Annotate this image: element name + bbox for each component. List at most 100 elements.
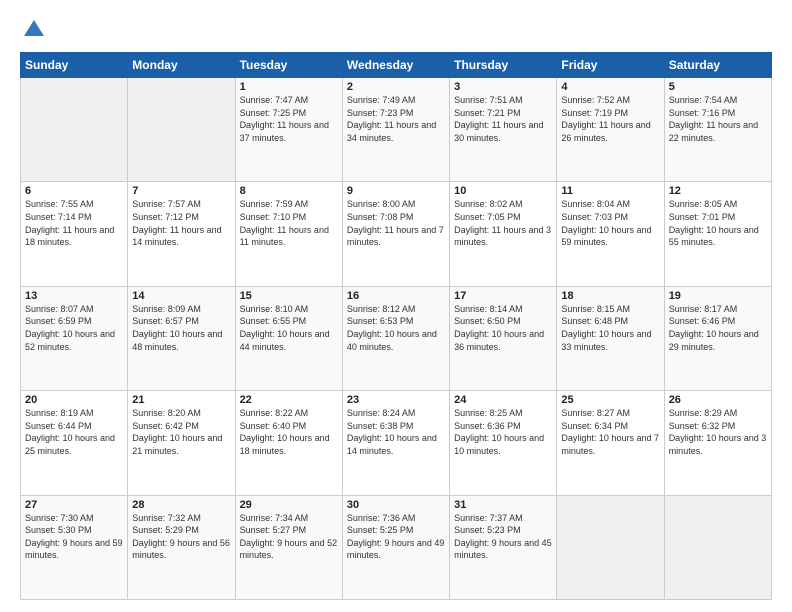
day-number: 20 bbox=[25, 394, 123, 406]
calendar-cell: 28Sunrise: 7:32 AM Sunset: 5:29 PM Dayli… bbox=[128, 495, 235, 599]
calendar-cell: 5Sunrise: 7:54 AM Sunset: 7:16 PM Daylig… bbox=[664, 78, 771, 182]
day-info: Sunrise: 8:09 AM Sunset: 6:57 PM Dayligh… bbox=[132, 303, 230, 353]
day-number: 29 bbox=[240, 499, 338, 511]
calendar-table: SundayMondayTuesdayWednesdayThursdayFrid… bbox=[20, 52, 772, 600]
calendar-cell bbox=[664, 495, 771, 599]
calendar-cell: 30Sunrise: 7:36 AM Sunset: 5:25 PM Dayli… bbox=[342, 495, 449, 599]
day-number: 1 bbox=[240, 81, 338, 93]
calendar-cell: 22Sunrise: 8:22 AM Sunset: 6:40 PM Dayli… bbox=[235, 391, 342, 495]
calendar-week-row: 6Sunrise: 7:55 AM Sunset: 7:14 PM Daylig… bbox=[21, 182, 772, 286]
day-number: 3 bbox=[454, 81, 552, 93]
calendar-cell bbox=[557, 495, 664, 599]
calendar-cell: 3Sunrise: 7:51 AM Sunset: 7:21 PM Daylig… bbox=[450, 78, 557, 182]
day-number: 8 bbox=[240, 185, 338, 197]
day-info: Sunrise: 8:20 AM Sunset: 6:42 PM Dayligh… bbox=[132, 407, 230, 457]
day-number: 7 bbox=[132, 185, 230, 197]
calendar-cell: 2Sunrise: 7:49 AM Sunset: 7:23 PM Daylig… bbox=[342, 78, 449, 182]
day-info: Sunrise: 7:30 AM Sunset: 5:30 PM Dayligh… bbox=[25, 512, 123, 562]
day-number: 15 bbox=[240, 290, 338, 302]
day-number: 28 bbox=[132, 499, 230, 511]
day-info: Sunrise: 7:57 AM Sunset: 7:12 PM Dayligh… bbox=[132, 198, 230, 248]
day-info: Sunrise: 8:27 AM Sunset: 6:34 PM Dayligh… bbox=[561, 407, 659, 457]
day-number: 26 bbox=[669, 394, 767, 406]
calendar-cell: 24Sunrise: 8:25 AM Sunset: 6:36 PM Dayli… bbox=[450, 391, 557, 495]
calendar-cell: 11Sunrise: 8:04 AM Sunset: 7:03 PM Dayli… bbox=[557, 182, 664, 286]
day-info: Sunrise: 7:34 AM Sunset: 5:27 PM Dayligh… bbox=[240, 512, 338, 562]
day-number: 19 bbox=[669, 290, 767, 302]
day-number: 16 bbox=[347, 290, 445, 302]
day-number: 6 bbox=[25, 185, 123, 197]
day-info: Sunrise: 8:00 AM Sunset: 7:08 PM Dayligh… bbox=[347, 198, 445, 248]
day-info: Sunrise: 7:32 AM Sunset: 5:29 PM Dayligh… bbox=[132, 512, 230, 562]
day-info: Sunrise: 7:52 AM Sunset: 7:19 PM Dayligh… bbox=[561, 94, 659, 144]
calendar-cell: 20Sunrise: 8:19 AM Sunset: 6:44 PM Dayli… bbox=[21, 391, 128, 495]
calendar-cell: 23Sunrise: 8:24 AM Sunset: 6:38 PM Dayli… bbox=[342, 391, 449, 495]
day-info: Sunrise: 8:25 AM Sunset: 6:36 PM Dayligh… bbox=[454, 407, 552, 457]
day-info: Sunrise: 7:51 AM Sunset: 7:21 PM Dayligh… bbox=[454, 94, 552, 144]
calendar-cell: 25Sunrise: 8:27 AM Sunset: 6:34 PM Dayli… bbox=[557, 391, 664, 495]
day-info: Sunrise: 7:36 AM Sunset: 5:25 PM Dayligh… bbox=[347, 512, 445, 562]
calendar-day-header: Thursday bbox=[450, 53, 557, 78]
day-number: 30 bbox=[347, 499, 445, 511]
calendar-cell: 1Sunrise: 7:47 AM Sunset: 7:25 PM Daylig… bbox=[235, 78, 342, 182]
calendar-week-row: 1Sunrise: 7:47 AM Sunset: 7:25 PM Daylig… bbox=[21, 78, 772, 182]
day-info: Sunrise: 8:02 AM Sunset: 7:05 PM Dayligh… bbox=[454, 198, 552, 248]
calendar-header-row: SundayMondayTuesdayWednesdayThursdayFrid… bbox=[21, 53, 772, 78]
day-info: Sunrise: 7:37 AM Sunset: 5:23 PM Dayligh… bbox=[454, 512, 552, 562]
day-info: Sunrise: 7:55 AM Sunset: 7:14 PM Dayligh… bbox=[25, 198, 123, 248]
day-number: 4 bbox=[561, 81, 659, 93]
day-number: 14 bbox=[132, 290, 230, 302]
calendar-day-header: Monday bbox=[128, 53, 235, 78]
calendar-cell: 4Sunrise: 7:52 AM Sunset: 7:19 PM Daylig… bbox=[557, 78, 664, 182]
calendar-day-header: Tuesday bbox=[235, 53, 342, 78]
day-info: Sunrise: 7:54 AM Sunset: 7:16 PM Dayligh… bbox=[669, 94, 767, 144]
day-number: 9 bbox=[347, 185, 445, 197]
day-info: Sunrise: 8:22 AM Sunset: 6:40 PM Dayligh… bbox=[240, 407, 338, 457]
day-info: Sunrise: 7:49 AM Sunset: 7:23 PM Dayligh… bbox=[347, 94, 445, 144]
calendar-day-header: Wednesday bbox=[342, 53, 449, 78]
day-number: 10 bbox=[454, 185, 552, 197]
day-info: Sunrise: 8:19 AM Sunset: 6:44 PM Dayligh… bbox=[25, 407, 123, 457]
calendar-cell: 8Sunrise: 7:59 AM Sunset: 7:10 PM Daylig… bbox=[235, 182, 342, 286]
calendar-day-header: Sunday bbox=[21, 53, 128, 78]
calendar-cell: 31Sunrise: 7:37 AM Sunset: 5:23 PM Dayli… bbox=[450, 495, 557, 599]
calendar-cell bbox=[128, 78, 235, 182]
day-info: Sunrise: 8:24 AM Sunset: 6:38 PM Dayligh… bbox=[347, 407, 445, 457]
calendar-day-header: Saturday bbox=[664, 53, 771, 78]
calendar-cell: 19Sunrise: 8:17 AM Sunset: 6:46 PM Dayli… bbox=[664, 286, 771, 390]
calendar-cell: 16Sunrise: 8:12 AM Sunset: 6:53 PM Dayli… bbox=[342, 286, 449, 390]
logo bbox=[20, 16, 54, 44]
calendar-day-header: Friday bbox=[557, 53, 664, 78]
calendar-cell: 14Sunrise: 8:09 AM Sunset: 6:57 PM Dayli… bbox=[128, 286, 235, 390]
day-number: 5 bbox=[669, 81, 767, 93]
calendar-cell: 7Sunrise: 7:57 AM Sunset: 7:12 PM Daylig… bbox=[128, 182, 235, 286]
day-info: Sunrise: 8:05 AM Sunset: 7:01 PM Dayligh… bbox=[669, 198, 767, 248]
day-number: 22 bbox=[240, 394, 338, 406]
day-number: 27 bbox=[25, 499, 123, 511]
day-number: 2 bbox=[347, 81, 445, 93]
calendar-cell: 15Sunrise: 8:10 AM Sunset: 6:55 PM Dayli… bbox=[235, 286, 342, 390]
day-number: 11 bbox=[561, 185, 659, 197]
calendar-cell bbox=[21, 78, 128, 182]
logo-icon bbox=[20, 16, 48, 44]
day-info: Sunrise: 8:29 AM Sunset: 6:32 PM Dayligh… bbox=[669, 407, 767, 457]
day-number: 12 bbox=[669, 185, 767, 197]
day-info: Sunrise: 8:07 AM Sunset: 6:59 PM Dayligh… bbox=[25, 303, 123, 353]
day-info: Sunrise: 8:12 AM Sunset: 6:53 PM Dayligh… bbox=[347, 303, 445, 353]
day-info: Sunrise: 8:17 AM Sunset: 6:46 PM Dayligh… bbox=[669, 303, 767, 353]
day-info: Sunrise: 8:04 AM Sunset: 7:03 PM Dayligh… bbox=[561, 198, 659, 248]
calendar-cell: 9Sunrise: 8:00 AM Sunset: 7:08 PM Daylig… bbox=[342, 182, 449, 286]
day-number: 18 bbox=[561, 290, 659, 302]
calendar-cell: 6Sunrise: 7:55 AM Sunset: 7:14 PM Daylig… bbox=[21, 182, 128, 286]
calendar-cell: 21Sunrise: 8:20 AM Sunset: 6:42 PM Dayli… bbox=[128, 391, 235, 495]
calendar-cell: 26Sunrise: 8:29 AM Sunset: 6:32 PM Dayli… bbox=[664, 391, 771, 495]
calendar-week-row: 27Sunrise: 7:30 AM Sunset: 5:30 PM Dayli… bbox=[21, 495, 772, 599]
page: SundayMondayTuesdayWednesdayThursdayFrid… bbox=[0, 0, 792, 612]
day-number: 24 bbox=[454, 394, 552, 406]
calendar-cell: 10Sunrise: 8:02 AM Sunset: 7:05 PM Dayli… bbox=[450, 182, 557, 286]
day-number: 21 bbox=[132, 394, 230, 406]
calendar-cell: 27Sunrise: 7:30 AM Sunset: 5:30 PM Dayli… bbox=[21, 495, 128, 599]
day-info: Sunrise: 7:47 AM Sunset: 7:25 PM Dayligh… bbox=[240, 94, 338, 144]
day-info: Sunrise: 8:14 AM Sunset: 6:50 PM Dayligh… bbox=[454, 303, 552, 353]
day-number: 31 bbox=[454, 499, 552, 511]
